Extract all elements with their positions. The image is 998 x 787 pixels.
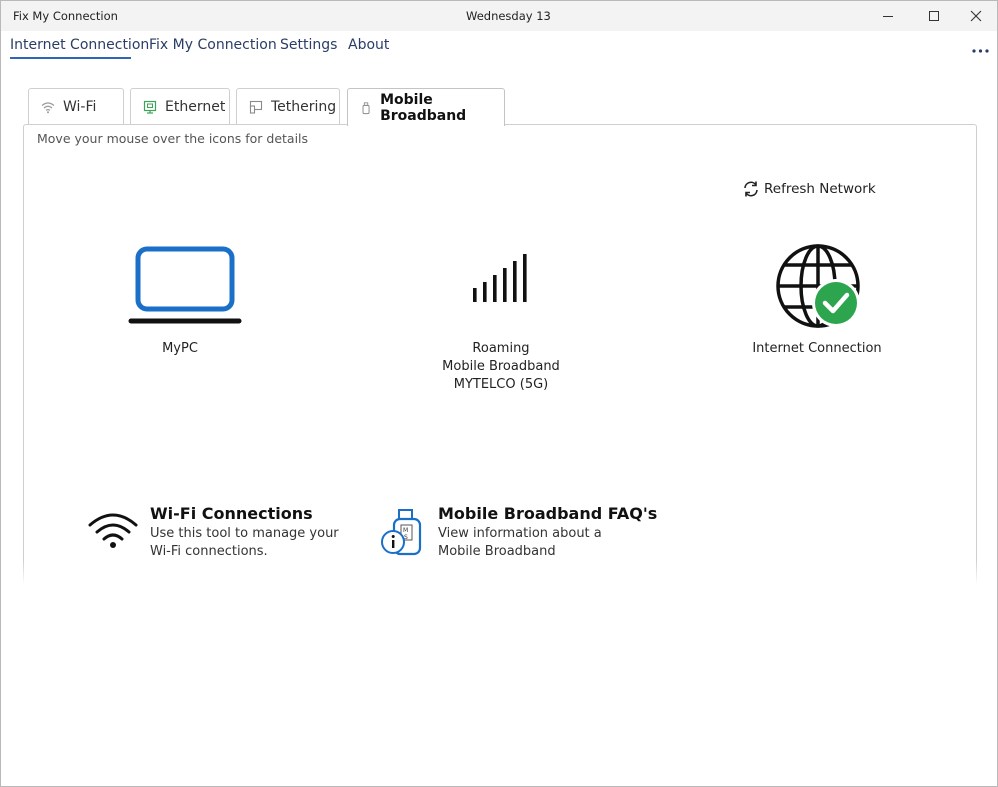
more-horizontal-icon bbox=[972, 49, 989, 53]
tab-ethernet-label: Ethernet bbox=[165, 98, 226, 115]
wifi-connections-description: Use this tool to manage your Wi-Fi conne… bbox=[150, 525, 350, 561]
title-bar: Fix My Connection Wednesday 13 bbox=[1, 1, 997, 31]
wifi-icon bbox=[41, 101, 55, 113]
tab-tethering-label: Tethering bbox=[271, 98, 337, 115]
node-internet-label: Internet Connection bbox=[752, 341, 882, 356]
network-carrier: MYTELCO (5G) bbox=[453, 377, 549, 392]
close-icon bbox=[970, 10, 982, 22]
close-button[interactable] bbox=[953, 1, 998, 31]
top-nav: Internet Connection Fix My Connection Se… bbox=[1, 31, 997, 67]
node-network-label: Roaming Mobile Broadband MYTELCO (5G) bbox=[421, 340, 581, 394]
usb-modem-info-icon[interactable]: M S bbox=[379, 508, 425, 558]
signal-bars-icon[interactable] bbox=[471, 252, 531, 306]
ethernet-icon bbox=[143, 100, 157, 114]
mobile-broadband-faq-description: View information about a Mobile Broadban… bbox=[438, 525, 638, 561]
wifi-connections-link[interactable]: Wi-Fi Connections bbox=[150, 504, 313, 523]
usb-modem-icon bbox=[362, 101, 370, 114]
faq-desc-line1: View information about a bbox=[438, 526, 602, 541]
globe-check-icon[interactable] bbox=[774, 241, 866, 333]
maximize-icon bbox=[929, 11, 939, 21]
svg-text:M: M bbox=[403, 527, 408, 534]
tab-wifi-label: Wi-Fi bbox=[63, 98, 97, 115]
nav-about[interactable]: About bbox=[348, 37, 389, 53]
date-label: Wednesday 13 bbox=[466, 9, 551, 23]
mobile-broadband-faq-link[interactable]: Mobile Broadband FAQ's bbox=[438, 504, 657, 523]
nav-fix-my-connection[interactable]: Fix My Connection bbox=[149, 37, 277, 53]
tab-mobile-broadband[interactable]: Mobile Broadband bbox=[347, 88, 505, 126]
tab-mobile-broadband-label: Mobile Broadband bbox=[380, 91, 467, 124]
app-window: Fix My Connection Wednesday 13 Internet … bbox=[0, 0, 998, 787]
tab-tethering[interactable]: Tethering bbox=[236, 88, 340, 124]
wifi-icon[interactable] bbox=[87, 511, 139, 551]
nav-internet-connection[interactable]: Internet Connection bbox=[10, 37, 149, 53]
node-pc-label: MyPC bbox=[162, 341, 198, 356]
laptop-icon[interactable] bbox=[128, 246, 242, 326]
maximize-button[interactable] bbox=[911, 1, 957, 31]
app-title: Fix My Connection bbox=[13, 9, 118, 23]
minimize-button[interactable] bbox=[865, 1, 911, 31]
tab-ethernet[interactable]: Ethernet bbox=[130, 88, 230, 124]
faq-desc-line2: Mobile Broadband bbox=[438, 544, 556, 559]
panel-fade bbox=[23, 561, 977, 585]
network-status: Roaming bbox=[472, 341, 530, 356]
network-type: Mobile Broadband bbox=[442, 359, 560, 374]
tethering-icon bbox=[249, 100, 263, 114]
wifi-desc-line2: Wi-Fi connections. bbox=[150, 544, 268, 559]
nav-settings[interactable]: Settings bbox=[280, 37, 337, 53]
hint-text: Move your mouse over the icons for detai… bbox=[37, 131, 309, 146]
tab-wifi[interactable]: Wi-Fi bbox=[28, 88, 124, 124]
refresh-network-label: Refresh Network bbox=[764, 181, 876, 197]
nav-selected-indicator bbox=[10, 57, 131, 59]
wifi-desc-line1: Use this tool to manage your bbox=[150, 526, 339, 541]
minimize-icon bbox=[883, 16, 893, 17]
refresh-icon bbox=[744, 181, 758, 197]
refresh-network-button[interactable]: Refresh Network bbox=[742, 180, 876, 198]
more-button[interactable] bbox=[967, 41, 995, 61]
